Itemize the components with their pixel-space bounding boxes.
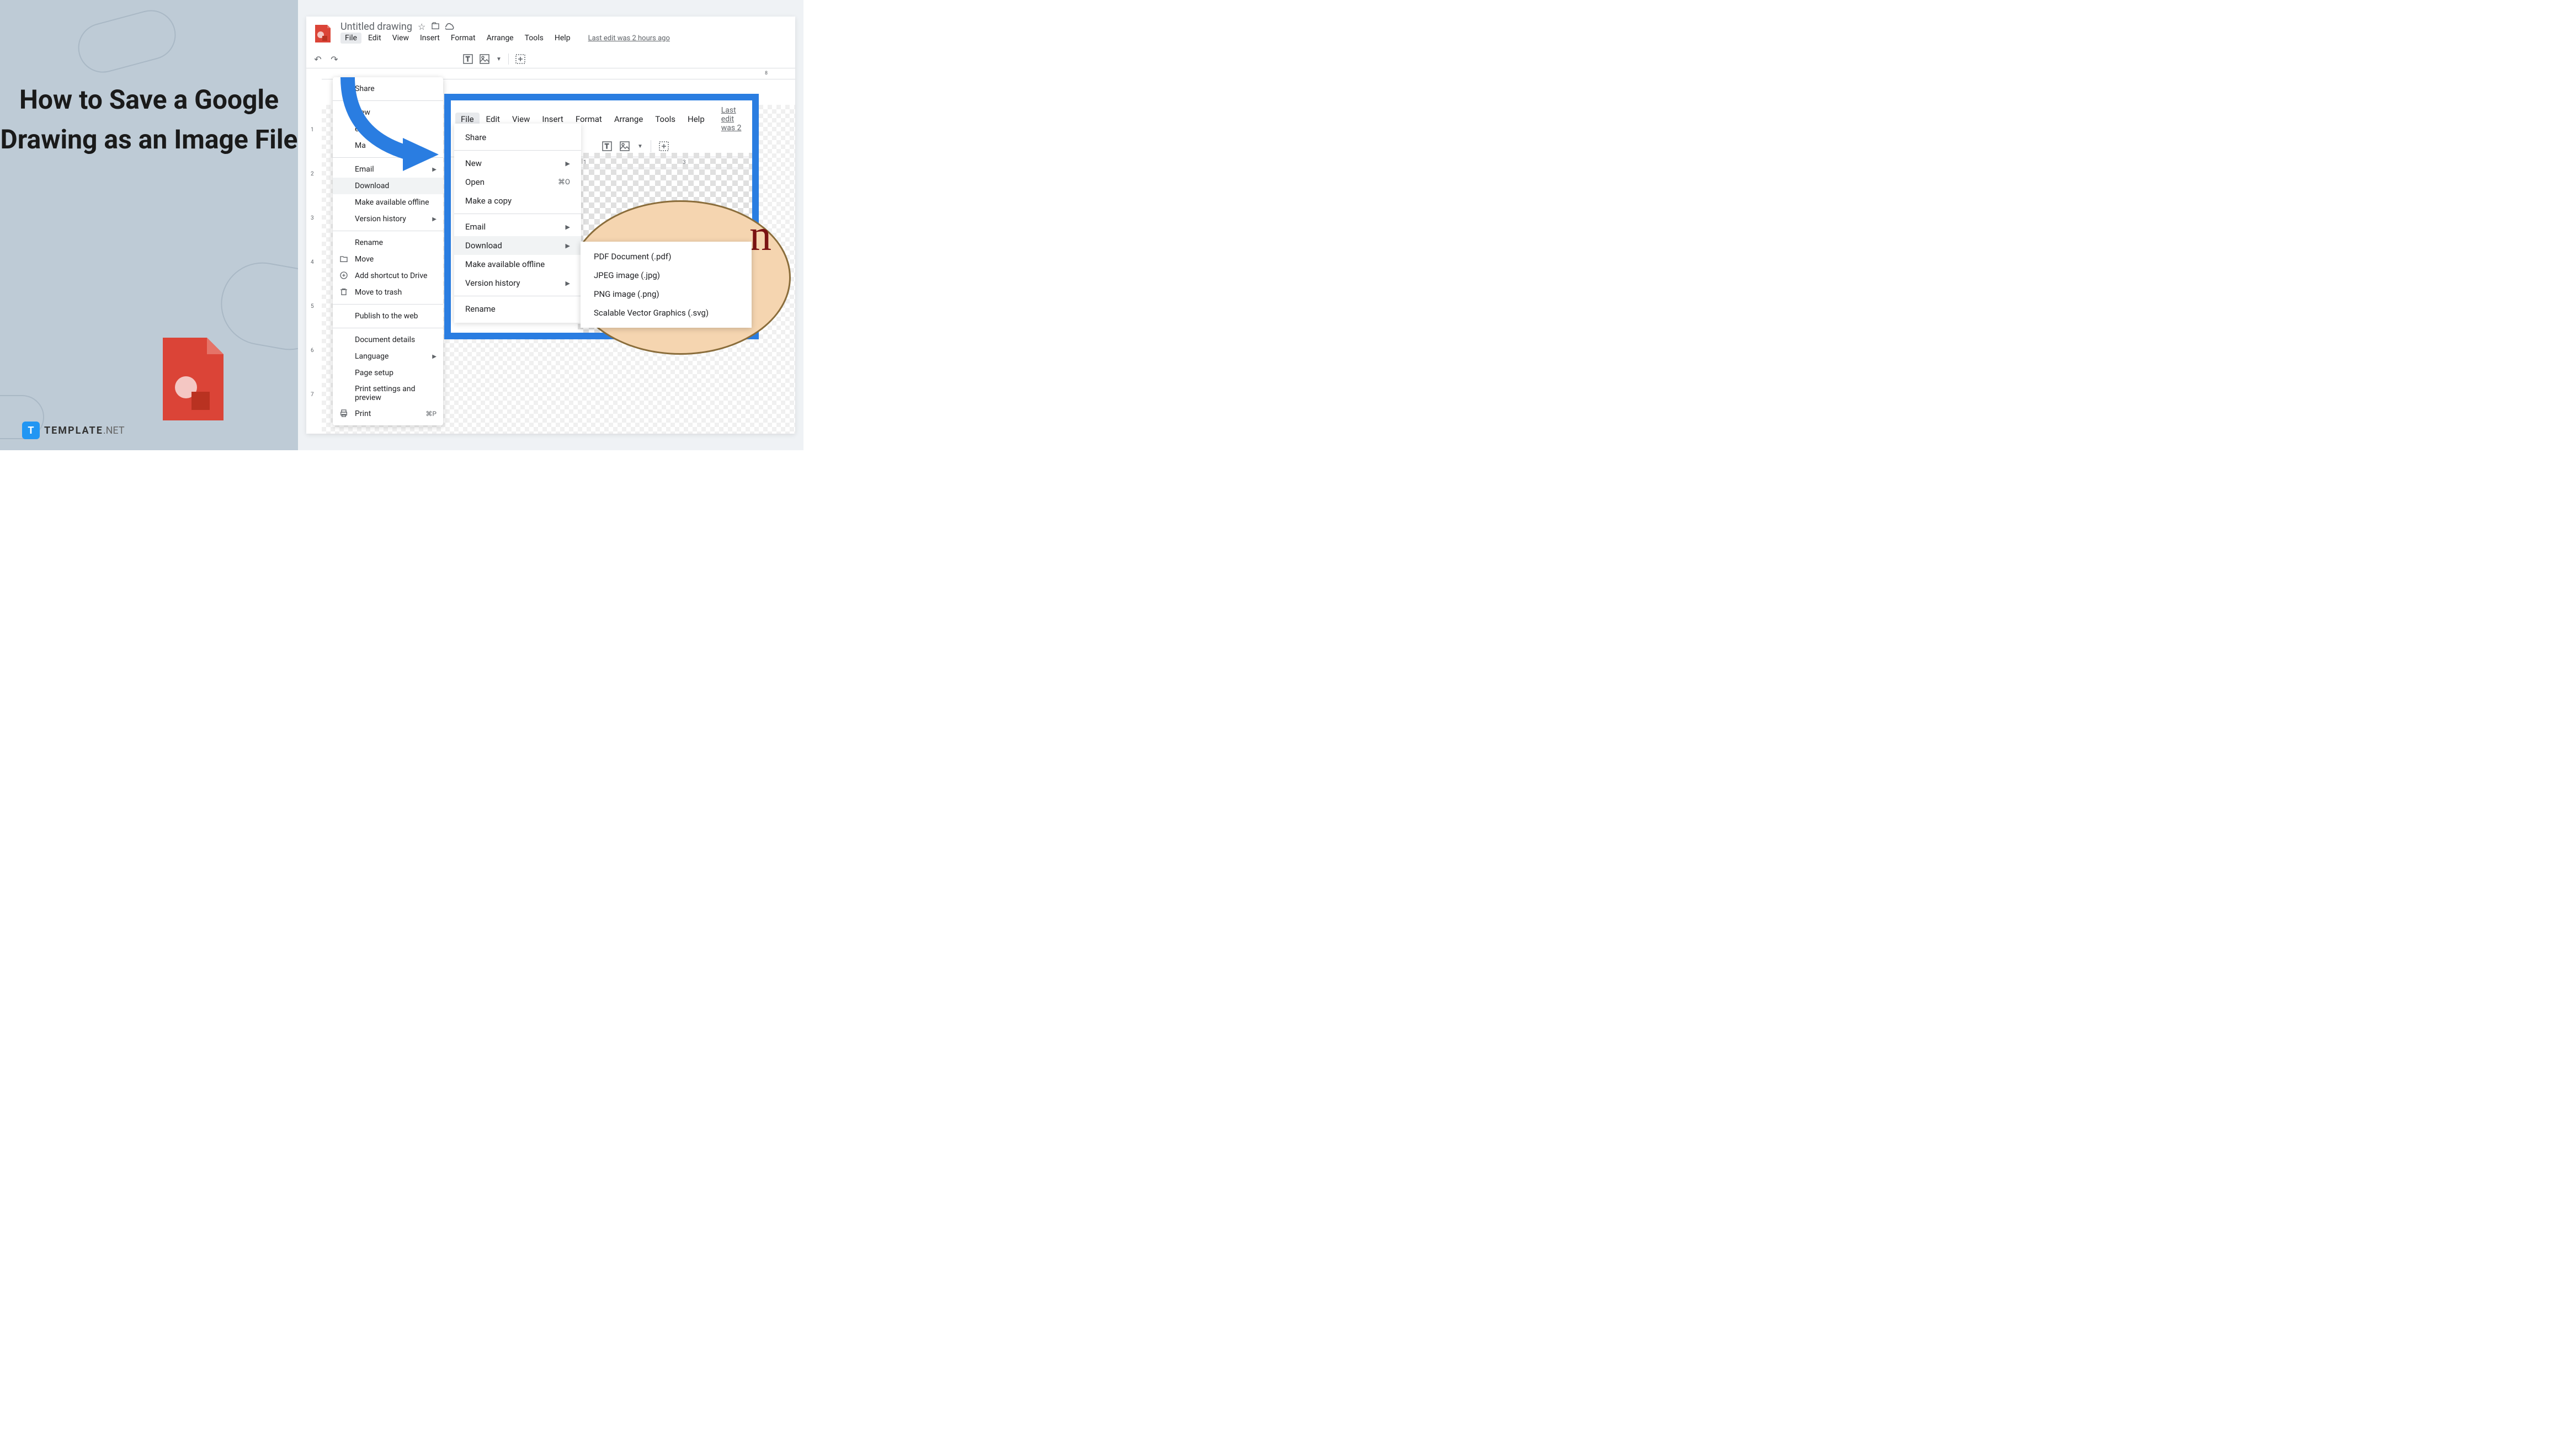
menu-item-page-setup[interactable]: Page setup [333, 365, 443, 381]
menu-file[interactable]: File [340, 33, 361, 44]
folder-icon [339, 254, 349, 264]
zmenu-item-offline[interactable]: Make available offline [454, 255, 581, 274]
arrow-annotation [331, 72, 441, 173]
add-icon[interactable] [659, 141, 669, 151]
shortcut-icon [339, 271, 349, 281]
menu-item-download[interactable]: Download [333, 178, 443, 194]
redo-icon[interactable]: ↷ [329, 54, 339, 64]
logo-brand: TEMPLATE [44, 425, 103, 436]
right-panel: Untitled drawing ☆ File [298, 0, 803, 450]
menu-item-publish[interactable]: Publish to the web [333, 308, 443, 324]
zmenu-item-rename[interactable]: Rename [454, 300, 581, 318]
menu-item-doc-details[interactable]: Document details [333, 332, 443, 348]
menu-view[interactable]: View [388, 33, 413, 44]
textbox-icon[interactable]: T [463, 54, 473, 64]
last-edit[interactable]: Last edit was 2 hours ago [588, 34, 670, 42]
trash-icon [339, 287, 349, 297]
zmenu-item-email[interactable]: Email ▶ [454, 217, 581, 236]
template-logo: T TEMPLATE.NET [22, 422, 125, 439]
submenu-item-png[interactable]: PNG image (.png) [581, 285, 752, 303]
menu-item-print[interactable]: Print ⌘P [333, 406, 443, 422]
zoom-file-dropdown: Share New ▶ Open ⌘O Make a copy [454, 124, 581, 323]
menu-tools[interactable]: Tools [520, 33, 548, 44]
zmenu-item-open[interactable]: Open ⌘O [454, 173, 581, 191]
move-icon[interactable] [431, 22, 440, 33]
ruler-mark: 8 [765, 71, 768, 76]
cloud-icon[interactable] [445, 22, 455, 33]
zoom-panel: File Edit View Insert Format Arrange Too… [444, 94, 759, 339]
app-window: Untitled drawing ☆ File [306, 17, 795, 434]
menubar: File Edit View Insert Format Arrange Too… [340, 33, 670, 46]
add-icon[interactable] [515, 54, 525, 64]
menu-item-move[interactable]: Move [333, 251, 443, 268]
zmenu-item-share[interactable]: Share [454, 128, 581, 147]
template-logo-icon: T [22, 422, 40, 439]
menu-item-language[interactable]: Language ▶ [333, 348, 443, 365]
doc-title[interactable]: Untitled drawing [340, 21, 412, 33]
menu-arrange[interactable]: Arrange [482, 33, 518, 44]
zoom-last-edit[interactable]: Last edit was 2 [721, 106, 748, 132]
svg-text:T: T [605, 142, 609, 150]
zoom-menu-tools[interactable]: Tools [650, 113, 681, 126]
menu-item-offline[interactable]: Make available offline [333, 194, 443, 211]
star-icon[interactable]: ☆ [418, 22, 425, 33]
print-icon [339, 409, 349, 419]
zmenu-item-make-copy[interactable]: Make a copy [454, 191, 581, 210]
decorative-shape [72, 4, 181, 78]
page-title: How to Save a Google Drawing as an Image… [0, 80, 298, 159]
menu-help[interactable]: Help [550, 33, 575, 44]
menu-item-version-history[interactable]: Version history ▶ [333, 211, 443, 227]
submenu-item-svg[interactable]: Scalable Vector Graphics (.svg) [581, 303, 752, 322]
dropdown-arrow-icon[interactable]: ▼ [637, 143, 643, 150]
left-panel: How to Save a Google Drawing as an Image… [0, 0, 298, 450]
menu-item-rename[interactable]: Rename [333, 234, 443, 251]
svg-text:T: T [466, 55, 470, 63]
face-letter: n [749, 211, 771, 261]
menu-item-print-settings[interactable]: Print settings and preview [333, 381, 443, 406]
dropdown-arrow-icon[interactable]: ▼ [496, 56, 502, 62]
image-icon[interactable] [620, 141, 630, 151]
app-header: Untitled drawing ☆ File [306, 17, 795, 50]
image-icon[interactable] [480, 54, 489, 64]
zoom-menu-help[interactable]: Help [682, 113, 710, 126]
textbox-icon[interactable]: T [602, 141, 612, 151]
menu-format[interactable]: Format [446, 33, 480, 44]
zmenu-item-version-history[interactable]: Version history ▶ [454, 274, 581, 292]
submenu-item-jpeg[interactable]: JPEG image (.jpg) [581, 266, 752, 285]
undo-icon[interactable]: ↶ [313, 54, 323, 64]
menu-item-shortcut[interactable]: Add shortcut to Drive [333, 268, 443, 284]
zmenu-item-download[interactable]: Download ▶ [454, 236, 581, 255]
menu-insert[interactable]: Insert [416, 33, 444, 44]
menu-edit[interactable]: Edit [364, 33, 386, 44]
submenu-item-pdf[interactable]: PDF Document (.pdf) [581, 247, 752, 266]
menu-item-trash[interactable]: Move to trash [333, 284, 443, 301]
logo-suffix: .NET [103, 425, 125, 436]
zmenu-item-new[interactable]: New ▶ [454, 154, 581, 173]
toolbar: ↶ ↷ T ▼ [306, 50, 795, 68]
google-drawings-icon [313, 24, 333, 44]
download-submenu: PDF Document (.pdf) JPEG image (.jpg) PN… [581, 242, 752, 328]
zoom-menu-arrange[interactable]: Arrange [609, 113, 648, 126]
google-drawings-icon [163, 338, 223, 423]
vertical-ruler: 1 2 3 4 5 6 7 [306, 105, 322, 434]
